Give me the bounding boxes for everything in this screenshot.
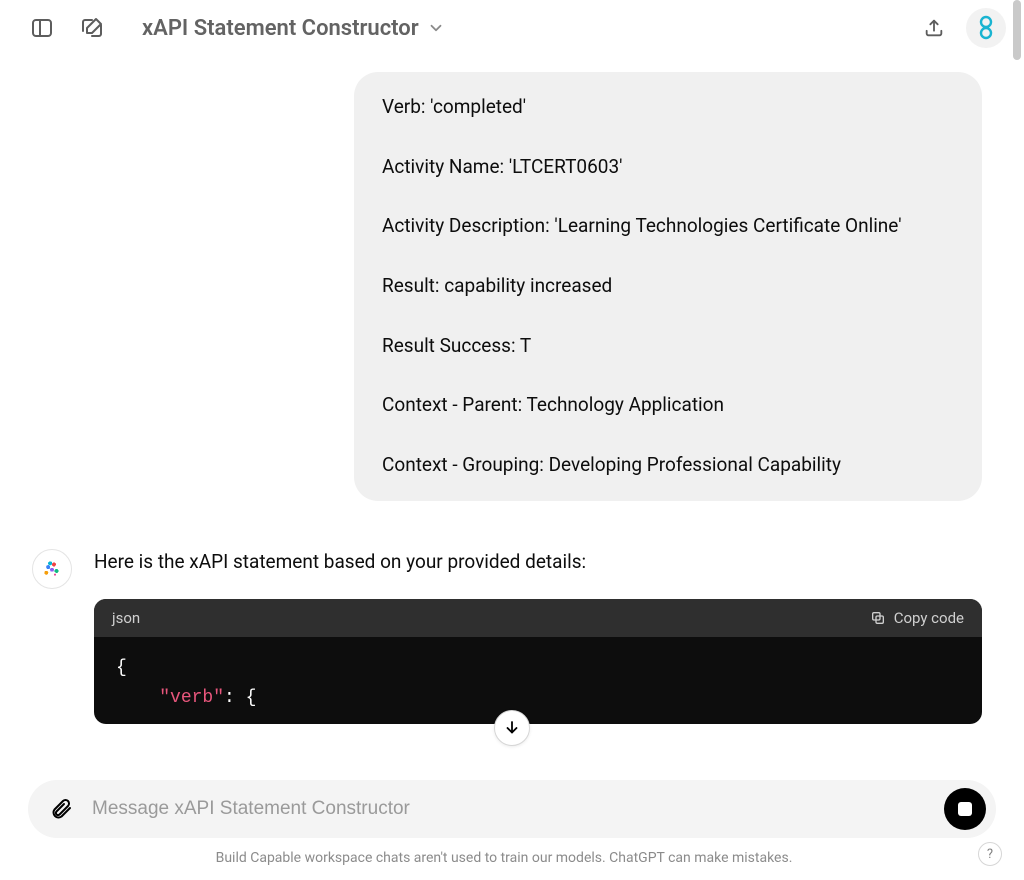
page-title: xAPI Statement Constructor [142,16,419,41]
brand-icon [976,15,996,41]
stop-icon [958,802,972,816]
new-chat-button[interactable] [74,10,110,46]
help-icon: ? [987,847,993,862]
workspace-badge[interactable] [966,8,1006,48]
assistant-avatar [32,549,72,589]
footer-disclaimer: Build Capable workspace chats aren't use… [0,850,1008,866]
toggle-sidebar-button[interactable] [24,10,60,46]
user-line: Activity Name: 'LTCERT0603' [382,154,954,180]
assistant-message: Here is the xAPI statement based on your… [28,549,982,723]
conversation-area: Verb: 'completed' Activity Name: 'LTCERT… [0,72,1010,770]
user-line: Result: capability increased [382,273,954,299]
code-block-header: json Copy code [94,599,982,637]
user-line: Context - Grouping: Developing Professio… [382,452,954,478]
message-input[interactable] [90,797,930,821]
code-block: json Copy code { "verb": { [94,599,982,723]
attach-button[interactable] [46,794,76,824]
arrow-down-icon [503,719,521,737]
copy-code-button[interactable]: Copy code [870,609,964,627]
user-line: Result Success: T [382,333,954,359]
panel-icon [30,16,54,40]
copy-icon [870,610,886,626]
assistant-intro-text: Here is the xAPI statement based on your… [94,549,982,575]
upload-icon [923,17,945,39]
share-button[interactable] [916,10,952,46]
window-scrollbar[interactable] [1010,0,1024,880]
chevron-down-icon [427,19,445,37]
scroll-to-bottom-button[interactable] [494,710,530,746]
code-body[interactable]: { "verb": { [94,637,982,723]
copy-code-label: Copy code [894,609,964,627]
user-message-bubble: Verb: 'completed' Activity Name: 'LTCERT… [354,72,982,501]
model-picker[interactable]: xAPI Statement Constructor [142,16,445,41]
help-button[interactable]: ? [978,842,1002,866]
composer [28,780,996,838]
user-line: Verb: 'completed' [382,94,954,120]
stop-button[interactable] [944,788,986,830]
code-lang-label: json [112,609,140,627]
compose-icon [80,16,104,40]
paperclip-icon [49,797,73,821]
user-line: Context - Parent: Technology Application [382,392,954,418]
header-bar: xAPI Statement Constructor [0,0,1024,56]
user-line: Activity Description: 'Learning Technolo… [382,213,954,239]
